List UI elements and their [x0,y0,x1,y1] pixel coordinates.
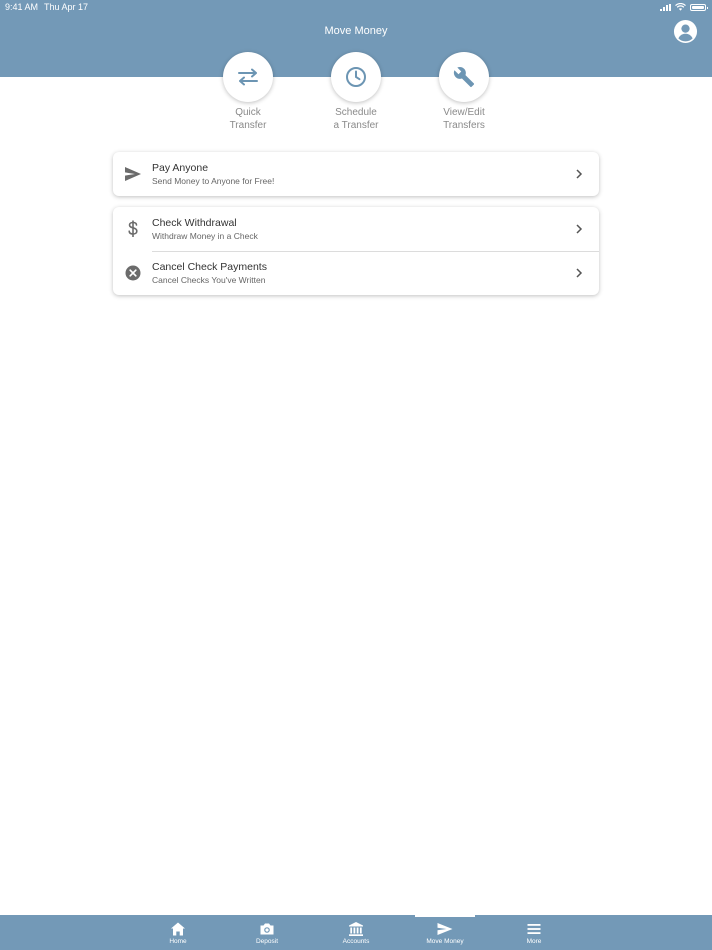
schedule-transfer-label: Schedule a Transfer [333,107,379,131]
pay-anyone-row[interactable]: Pay Anyone Send Money to Anyone for Free… [113,152,599,196]
pay-anyone-title: Pay Anyone [152,162,209,174]
schedule-transfer-circle[interactable] [331,52,381,102]
tab-home[interactable]: Home [148,915,208,950]
chevron-right-icon [576,169,583,179]
cancel-check-payments-row[interactable]: Cancel Check Payments Cancel Checks You'… [113,251,599,295]
dollar-icon [123,219,143,239]
tab-move-money-label: Move Money [426,938,464,945]
quick-transfer-circle[interactable] [223,52,273,102]
tab-accounts[interactable]: Accounts [326,915,386,950]
camera-icon [260,923,274,935]
swap-arrows-icon [238,68,258,86]
view-edit-transfers-label: View/Edit Transfers [443,107,485,131]
status-date: Thu Apr 17 [44,2,89,12]
clock-icon [346,67,366,87]
check-withdrawal-row[interactable]: Check Withdrawal Withdraw Money in a Che… [113,207,599,251]
chevron-right-icon [576,224,583,234]
cellular-signal-icon [660,3,671,11]
home-icon [171,922,185,936]
check-withdrawal-subtitle: Withdraw Money in a Check [152,231,258,241]
status-time: 9:41 AM [5,2,39,12]
profile-button[interactable] [673,19,698,44]
cancel-check-subtitle: Cancel Checks You've Written [152,275,266,285]
status-icons [660,3,708,11]
active-tab-indicator [415,915,475,917]
quick-transfer-label: Quick Transfer [229,107,267,131]
tab-move-money[interactable]: Move Money [415,915,475,950]
pay-anyone-subtitle: Send Money to Anyone for Free! [152,176,275,186]
battery-icon [690,3,708,11]
view-edit-transfers-circle[interactable] [439,52,489,102]
chevron-right-icon [576,268,583,278]
cancel-circle-icon [123,263,143,283]
wrench-icon [453,67,475,88]
tab-deposit-label: Deposit [255,938,279,945]
quick-transfer-button[interactable]: Quick Transfer [198,52,298,132]
wifi-icon [675,3,686,11]
bottom-tab-bar: Home Deposit Accounts Move Money More [0,915,712,950]
send-icon [123,164,143,184]
menu-icon [527,924,541,934]
check-withdrawal-title: Check Withdrawal [152,217,237,229]
page-title: Move Money [324,25,388,37]
tab-accounts-label: Accounts [342,938,370,945]
bank-icon [349,922,363,936]
send-icon [437,923,453,935]
tab-more-label: More [526,938,542,945]
tab-home-label: Home [169,938,187,945]
cancel-check-title: Cancel Check Payments [152,261,267,273]
schedule-transfer-button[interactable]: Schedule a Transfer [306,52,406,132]
pay-anyone-card: Pay Anyone Send Money to Anyone for Free… [113,152,599,196]
checks-card: Check Withdrawal Withdraw Money in a Che… [113,207,599,295]
view-edit-transfers-button[interactable]: View/Edit Transfers [414,52,514,132]
tab-deposit[interactable]: Deposit [237,915,297,950]
tab-more[interactable]: More [504,915,564,950]
